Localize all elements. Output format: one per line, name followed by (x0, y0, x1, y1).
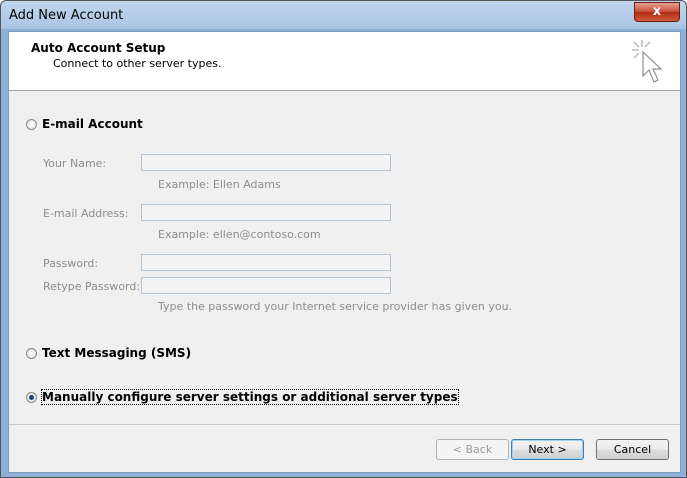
next-button[interactable]: Next > (511, 439, 584, 460)
header-title: Auto Account Setup (31, 41, 166, 55)
dialog-body: Auto Account Setup Connect to other serv… (8, 31, 681, 473)
password-input[interactable] (141, 254, 391, 271)
manual-config-option[interactable]: Manually configure server settings or ad… (26, 388, 459, 406)
your-name-label: Your Name: (43, 157, 107, 170)
your-name-input[interactable] (141, 154, 391, 171)
dialog-header: Auto Account Setup Connect to other serv… (9, 32, 680, 91)
sms-label: Text Messaging (SMS) (42, 346, 192, 360)
button-divider (9, 424, 680, 425)
auto-setup-cursor-icon (632, 40, 663, 83)
email-address-hint: Example: ellen@contoso.com (158, 228, 321, 241)
email-address-input[interactable] (141, 204, 391, 221)
sms-option[interactable]: Text Messaging (SMS) (26, 344, 191, 362)
sms-radio[interactable] (26, 347, 37, 359)
manual-config-label: Manually configure server settings or ad… (41, 389, 459, 405)
password-hint: Type the password your Internet service … (158, 300, 513, 313)
manual-config-radio[interactable] (26, 391, 37, 403)
add-account-dialog: Add New Account x Auto Account Setup Con… (0, 0, 687, 478)
header-subtitle: Connect to other server types. (53, 57, 222, 70)
title-bar[interactable]: Add New Account x (1, 1, 686, 31)
cancel-button[interactable]: Cancel (596, 439, 669, 460)
close-button[interactable]: x (634, 2, 680, 22)
window-title: Add New Account (9, 8, 124, 23)
email-account-radio[interactable] (26, 118, 37, 130)
email-account-label: E-mail Account (42, 117, 143, 131)
password-label: Password: (43, 257, 99, 270)
back-button[interactable]: < Back (436, 439, 509, 460)
your-name-hint: Example: Ellen Adams (158, 178, 281, 191)
retype-password-input[interactable] (141, 277, 391, 294)
email-address-label: E-mail Address: (43, 207, 129, 220)
retype-password-label: Retype Password: (43, 280, 141, 293)
email-account-option[interactable]: E-mail Account (26, 115, 143, 133)
close-icon: x (652, 4, 662, 19)
